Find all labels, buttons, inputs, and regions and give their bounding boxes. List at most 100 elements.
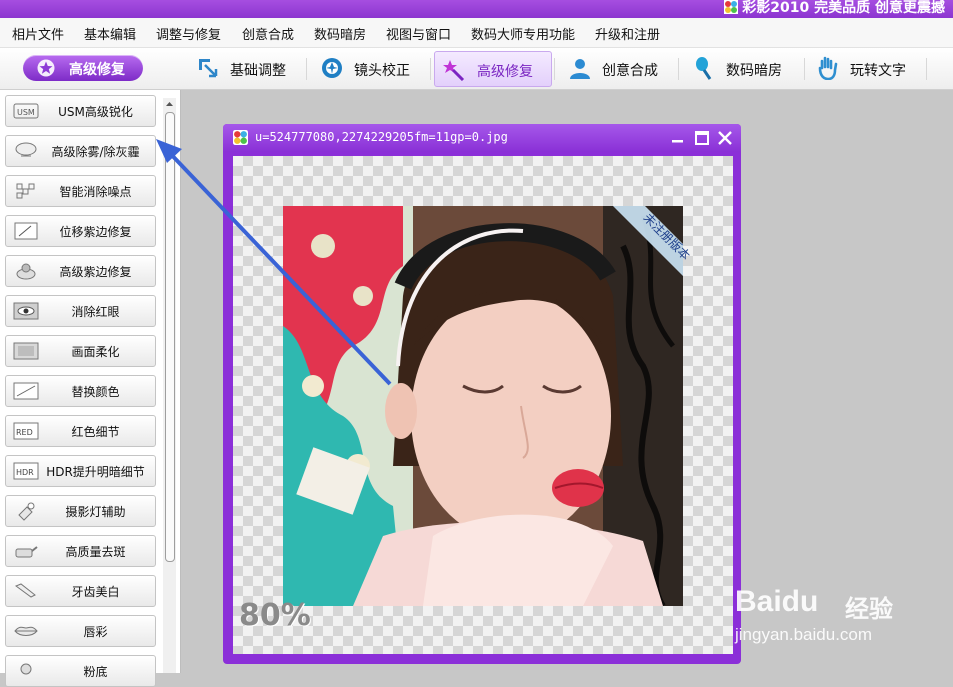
menu-adjust-repair[interactable]: 调整与修复 [156, 24, 221, 43]
usm-sharpen-label: USM高级锐化 [58, 105, 133, 119]
photo-light-label: 摄影灯辅助 [65, 505, 126, 519]
person-icon [570, 59, 590, 79]
maximize-icon[interactable] [693, 129, 711, 147]
watermark-logo: Baidu [735, 585, 819, 618]
tab-lens-correction[interactable]: 镜头校正 [312, 51, 432, 85]
tab-basic-adjust-label: 基础调整 [230, 63, 286, 79]
defog-button[interactable]: 高级除雾/除灰霾 [5, 135, 156, 167]
toolbar-divider [678, 58, 679, 80]
watermark-cn: 经验 [845, 595, 893, 623]
menu-master-features[interactable]: 数码大师专用功能 [471, 24, 575, 43]
toolbar-divider [554, 58, 555, 80]
toolbar-divider [430, 58, 431, 80]
teeth-whitening-label: 牙齿美白 [71, 585, 120, 599]
menu-basic-edit[interactable]: 基本编辑 [84, 24, 136, 43]
shift-fringe-label: 位移紫边修复 [59, 225, 132, 239]
spot-removal-label: 高质量去斑 [65, 545, 126, 559]
red-detail-label: 红色细节 [71, 425, 120, 439]
hdr-label: HDR提升明暗细节 [46, 465, 145, 479]
svg-text:RED: RED [16, 428, 33, 437]
tooth-icon [14, 583, 36, 598]
brush-icon [696, 57, 712, 80]
eye-icon [13, 302, 39, 320]
scroll-thumb[interactable] [165, 112, 175, 562]
portrait-photo [283, 206, 683, 606]
image-canvas[interactable]: 80% [233, 156, 733, 654]
fog-icon [15, 142, 37, 157]
feature-sidebar: USM USM高级锐化 高级除雾/除灰霾 智能消除噪点 位移紫边修复 高级紫边修… [0, 90, 181, 687]
mode-switch-label: 高级修复 [69, 62, 125, 78]
image-filename: u=524777080,2274229205fm=11gp=0.jpg [255, 130, 508, 144]
toolbar-divider [926, 58, 927, 80]
purple-fringe-button[interactable]: 高级紫边修复 [5, 255, 156, 287]
scroll-up-icon[interactable] [163, 98, 176, 110]
image-window-titlebar[interactable]: u=524777080,2274229205fm=11gp=0.jpg [223, 124, 741, 152]
lip-color-button[interactable]: 唇彩 [5, 615, 156, 647]
toolbar-divider [804, 58, 805, 80]
foundation-button[interactable]: 粉底 [5, 655, 156, 687]
tab-text-fun-label: 玩转文字 [850, 63, 906, 79]
lens-icon [322, 58, 342, 78]
lips-icon [14, 626, 38, 636]
foundation-label: 粉底 [83, 665, 108, 679]
menu-file[interactable]: 相片文件 [12, 24, 64, 43]
menu-upgrade-register[interactable]: 升级和注册 [595, 24, 660, 43]
tab-basic-adjust[interactable]: 基础调整 [188, 51, 308, 85]
toolbar-divider [306, 58, 307, 80]
close-icon[interactable] [716, 129, 734, 147]
tab-advanced-repair-label: 高级修复 [477, 64, 533, 80]
purple-fringe-icon [16, 263, 36, 280]
tab-digital-darkroom[interactable]: 数码暗房 [684, 51, 800, 85]
spot-removal-icon [15, 546, 38, 558]
function-toolbar: 高级修复 基础调整 镜头校正 高级修复 创意合成 数码暗房 玩转文字 [0, 48, 953, 90]
menu-creative[interactable]: 创意合成 [242, 24, 294, 43]
soften-icon [13, 342, 39, 360]
red-detail-button[interactable]: RED 红色细节 [5, 415, 156, 447]
svg-text:USM: USM [17, 108, 35, 117]
photo-light-button[interactable]: 摄影灯辅助 [5, 495, 156, 527]
edge-icon [14, 222, 38, 240]
tab-advanced-repair[interactable]: 高级修复 [434, 51, 552, 87]
minimize-icon[interactable] [669, 129, 687, 147]
noise-icon [16, 183, 35, 199]
denoise-label: 智能消除噪点 [59, 185, 132, 199]
soften-button[interactable]: 画面柔化 [5, 335, 156, 367]
menu-bar: 相片文件 基本编辑 调整与修复 创意合成 数码暗房 视图与窗口 数码大师专用功能… [0, 18, 953, 48]
watermark-url: jingyan.baidu.com [735, 625, 873, 644]
hdr-button[interactable]: HDR HDR提升明暗细节 [5, 455, 156, 487]
hdr-icon: HDR [13, 462, 39, 480]
denoise-button[interactable]: 智能消除噪点 [5, 175, 156, 207]
usm-icon: USM [13, 103, 39, 119]
menu-darkroom[interactable]: 数码暗房 [314, 24, 366, 43]
tab-text-fun[interactable]: 玩转文字 [808, 51, 926, 85]
crop-arrow-icon [199, 59, 218, 78]
menu-view-window[interactable]: 视图与窗口 [386, 24, 451, 43]
app-logo-icon [233, 130, 248, 145]
image-window: u=524777080,2274229205fm=11gp=0.jpg 80% [223, 124, 741, 664]
tab-creative-composite[interactable]: 创意合成 [560, 51, 676, 85]
purple-fringe-label: 高级紫边修复 [59, 265, 132, 279]
app-title-text: 彩影2010 完美品质 创意更震撼 [742, 0, 945, 16]
app-title: 彩影2010 完美品质 创意更震撼 [724, 0, 945, 17]
app-logo-icon [724, 0, 739, 14]
red-eye-button[interactable]: 消除红眼 [5, 295, 156, 327]
app-title-bar: 彩影2010 完美品质 创意更震撼 [0, 0, 953, 18]
foundation-icon [20, 663, 32, 675]
mode-switch-button[interactable]: 高级修复 [23, 55, 143, 81]
red-eye-label: 消除红眼 [71, 305, 120, 319]
shift-fringe-button[interactable]: 位移紫边修复 [5, 215, 156, 247]
star-icon [37, 59, 55, 77]
svg-text:HDR: HDR [16, 468, 34, 477]
color-replace-icon [13, 382, 39, 400]
teeth-whitening-button[interactable]: 牙齿美白 [5, 575, 156, 607]
replace-color-label: 替换颜色 [71, 385, 120, 399]
spot-removal-button[interactable]: 高质量去斑 [5, 535, 156, 567]
replace-color-button[interactable]: 替换颜色 [5, 375, 156, 407]
magic-wand-icon [443, 60, 465, 81]
usm-sharpen-button[interactable]: USM USM高级锐化 [5, 95, 156, 127]
flashlight-icon [18, 502, 35, 521]
lip-color-label: 唇彩 [83, 625, 108, 639]
tab-creative-composite-label: 创意合成 [602, 63, 658, 79]
sidebar-scrollbar[interactable] [163, 98, 176, 673]
tab-lens-correction-label: 镜头校正 [354, 63, 410, 79]
